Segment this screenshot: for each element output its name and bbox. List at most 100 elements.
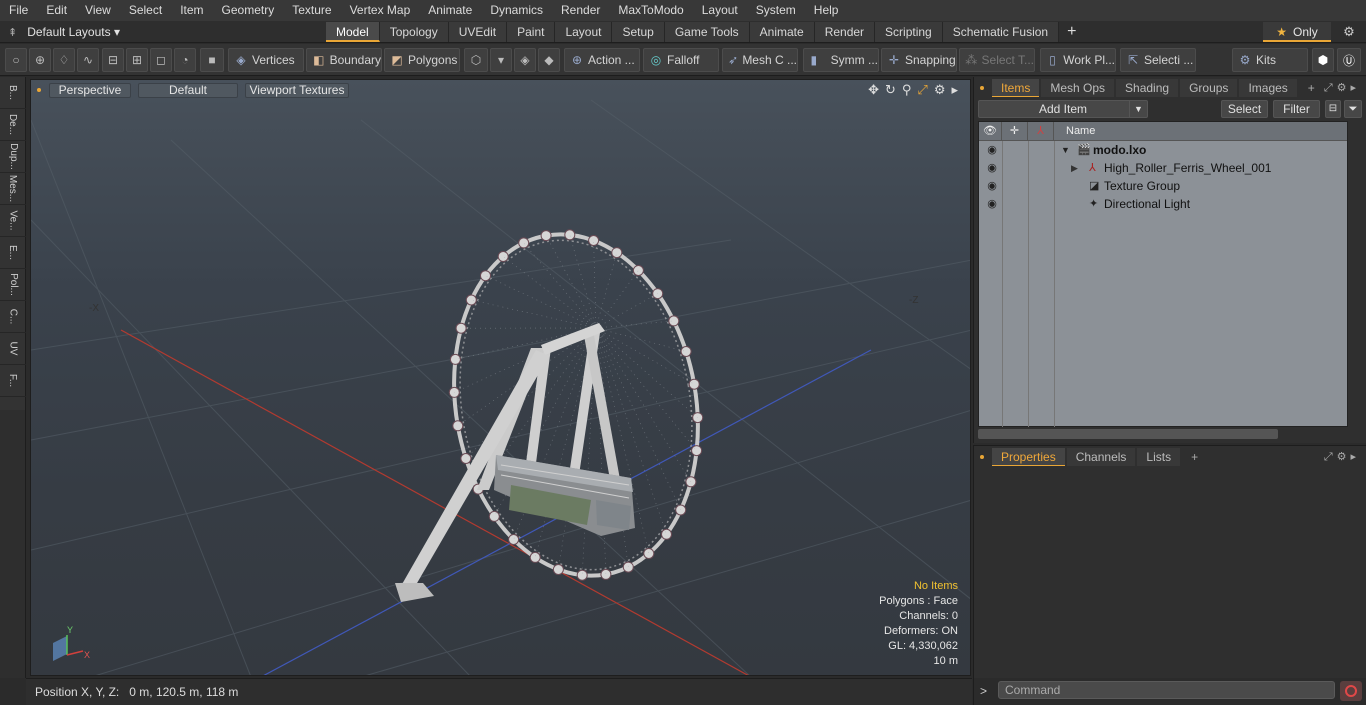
mesh-constraint-button[interactable]: ➶ Mesh C ... xyxy=(722,48,798,72)
record-stop-button[interactable] xyxy=(1340,681,1362,701)
pen-icon[interactable]: ♢ xyxy=(53,48,75,72)
symmetry-icon[interactable]: ◈ xyxy=(514,48,536,72)
tree-row-mesh[interactable]: ◉ ▶ ⅄ High_Roller_Ferris_Wheel_001 xyxy=(979,159,1347,177)
left-tab-curve[interactable]: C... xyxy=(0,301,26,333)
add-panel-tab-button[interactable]: + xyxy=(1299,79,1324,97)
left-tab-fusion[interactable]: F... xyxy=(0,365,26,397)
expand-right-icon[interactable]: ▸ xyxy=(951,82,958,98)
tab-images[interactable]: Images xyxy=(1239,79,1297,97)
menu-maxtomodo[interactable]: MaxToModo xyxy=(609,0,692,21)
tab-properties[interactable]: Properties xyxy=(992,448,1065,466)
menu-item[interactable]: Item xyxy=(171,0,212,21)
tab-render[interactable]: Render xyxy=(814,22,876,42)
menu-geometry[interactable]: Geometry xyxy=(213,0,284,21)
left-tab-basic[interactable]: B... xyxy=(0,77,26,109)
tab-topology[interactable]: Topology xyxy=(379,22,449,42)
tab-layout[interactable]: Layout xyxy=(555,22,613,42)
maximize-icon[interactable]: ⤢ xyxy=(917,82,927,98)
tab-scripting[interactable]: Scripting xyxy=(875,22,943,42)
tab-uvedit[interactable]: UVEdit xyxy=(448,22,508,42)
snapping-button[interactable]: ✛ Snapping xyxy=(881,48,957,72)
tab-mesh-ops[interactable]: Mesh Ops xyxy=(1041,79,1115,97)
panel-corner-icons[interactable]: ⤢⚙▸ xyxy=(1324,450,1360,464)
tab-paint[interactable]: Paint xyxy=(507,22,556,42)
menu-layout[interactable]: Layout xyxy=(693,0,747,21)
falloff-button[interactable]: ◎ Falloff xyxy=(643,48,719,72)
eye-icon[interactable]: ◉ xyxy=(985,141,999,159)
pan-icon[interactable]: ✥ xyxy=(868,82,879,98)
tab-model[interactable]: Model xyxy=(326,22,380,42)
add-item-button[interactable]: Add Item ▼ xyxy=(978,100,1148,118)
tab-channels[interactable]: Channels xyxy=(1066,448,1136,466)
shield-icon[interactable]: ◆ xyxy=(538,48,560,72)
view-type-button[interactable]: Perspective xyxy=(49,82,131,98)
align-icon[interactable]: ⊟ xyxy=(102,48,124,72)
3d-viewport[interactable]: -X -Z Y X Perspective Default Viewport T… xyxy=(30,79,971,676)
menu-view[interactable]: View xyxy=(76,0,120,21)
select-through-button[interactable]: ⁂ Select T... xyxy=(959,48,1035,72)
only-toggle[interactable]: ★ Only xyxy=(1263,22,1331,42)
unity-icon[interactable]: ⬢ xyxy=(1312,48,1334,72)
filter-button[interactable]: Filter xyxy=(1273,100,1320,118)
polygons-button[interactable]: ◩ Polygons xyxy=(384,48,460,72)
material-icon[interactable]: ⬡ xyxy=(464,48,488,72)
viewport-textures-button[interactable]: Viewport Textures xyxy=(245,82,349,98)
tab-animate[interactable]: Animate xyxy=(749,22,815,42)
action-center-button[interactable]: ⊕ Action ... xyxy=(564,48,640,72)
tree-row-scene[interactable]: ◉ ▼ 🎬 modo.lxo xyxy=(979,141,1347,159)
tab-items[interactable]: Items xyxy=(992,79,1040,97)
chevron-down-icon[interactable]: ▾ xyxy=(490,48,512,72)
cube-icon[interactable]: ■ xyxy=(200,48,224,72)
orbit-icon[interactable]: ↻ xyxy=(885,82,896,98)
chevron-down-icon[interactable]: ▼ xyxy=(1129,101,1147,117)
menu-texture[interactable]: Texture xyxy=(283,0,340,21)
tab-shading[interactable]: Shading xyxy=(1116,79,1179,97)
collapse-arrow-icon[interactable]: ▼ xyxy=(1061,141,1070,159)
panel-menu-dot[interactable] xyxy=(980,86,984,90)
zoom-icon[interactable]: ⚲ xyxy=(902,82,912,98)
panel-menu-dot[interactable] xyxy=(980,455,984,459)
tab-game-tools[interactable]: Game Tools xyxy=(664,22,750,42)
vertices-button[interactable]: ◈ Vertices xyxy=(228,48,304,72)
ferris-wheel-model[interactable] xyxy=(395,215,724,602)
expand-arrow-icon[interactable]: ▶ xyxy=(1071,159,1078,177)
collapse-icon[interactable]: ⊟ xyxy=(1325,100,1341,118)
boundary-button[interactable]: ◧ Boundary xyxy=(306,48,382,72)
circle-select-icon[interactable]: ○ xyxy=(5,48,27,72)
tab-lists[interactable]: Lists xyxy=(1137,448,1181,466)
axes-column-icon[interactable]: ⅄ xyxy=(1028,122,1054,141)
left-tab-edge[interactable]: E... xyxy=(0,237,26,269)
horizontal-scrollbar[interactable] xyxy=(978,429,1278,439)
lock-column-icon[interactable]: ✛ xyxy=(1002,122,1028,141)
add-tab-button[interactable]: + xyxy=(1059,22,1084,42)
visibility-column-icon[interactable]: 👁 xyxy=(979,122,1002,141)
globe-icon[interactable]: ⊕ xyxy=(29,48,51,72)
work-plane-button[interactable]: ▯ Work Pl... xyxy=(1040,48,1116,72)
kits-button[interactable]: ⚙ Kits xyxy=(1232,48,1308,72)
menu-vertex-map[interactable]: Vertex Map xyxy=(341,0,420,21)
menu-animate[interactable]: Animate xyxy=(419,0,481,21)
select-button[interactable]: Select xyxy=(1221,100,1268,118)
eye-icon[interactable]: ◉ xyxy=(985,195,999,213)
panel-corner-icons[interactable]: ⤢⚙▸ xyxy=(1324,81,1360,95)
add-panel-tab-button[interactable]: + xyxy=(1182,448,1207,466)
tree-row-texture-group[interactable]: ◉ ◪ Texture Group xyxy=(979,177,1347,195)
left-tab-vertex[interactable]: Ve... xyxy=(0,205,26,237)
gear-icon[interactable]: ⚙ xyxy=(1340,24,1358,40)
viewport-scene[interactable]: -X -Z Y X xyxy=(31,80,971,676)
funnel-icon[interactable]: ⏷ xyxy=(1344,100,1362,118)
menu-edit[interactable]: Edit xyxy=(37,0,76,21)
menu-system[interactable]: System xyxy=(747,0,805,21)
menu-dynamics[interactable]: Dynamics xyxy=(481,0,552,21)
layouts-dropdown[interactable]: ⇞ Default Layouts ▾ xyxy=(8,21,120,43)
tab-groups[interactable]: Groups xyxy=(1180,79,1238,97)
item-list-tree[interactable]: 👁 ✛ ⅄ Name ◉ ▼ 🎬 modo.lxo ◉ ▶ ⅄ High_Rol… xyxy=(978,121,1348,427)
left-tab-polygon[interactable]: Pol... xyxy=(0,269,26,301)
tab-schematic-fusion[interactable]: Schematic Fusion xyxy=(942,22,1060,42)
menu-select[interactable]: Select xyxy=(120,0,171,21)
menu-render[interactable]: Render xyxy=(552,0,609,21)
shading-mode-button[interactable]: Default xyxy=(138,82,238,98)
name-column-header[interactable]: Name xyxy=(1054,122,1349,141)
left-tab-mesh[interactable]: Mes... xyxy=(0,173,26,205)
viewport-settings-icon[interactable]: ⚙ xyxy=(934,82,946,98)
